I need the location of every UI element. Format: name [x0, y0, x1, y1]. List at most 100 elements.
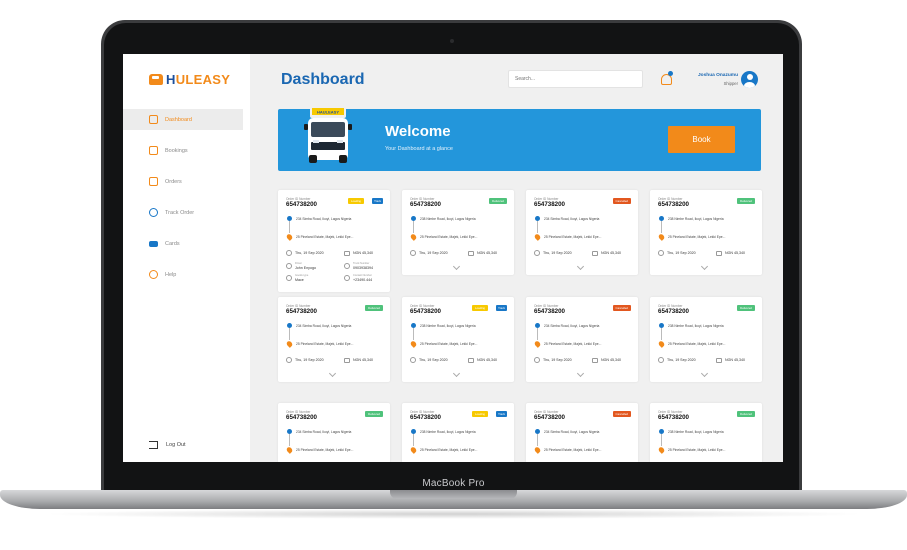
chevron-down-icon[interactable] — [700, 262, 709, 271]
track-button[interactable]: Track — [496, 411, 507, 417]
chevron-down-icon[interactable] — [576, 369, 585, 378]
detail-value: John Enyogo — [295, 266, 316, 270]
status-badge: Loading — [472, 411, 488, 417]
order-id: 654738200 — [410, 308, 441, 315]
book-button[interactable]: Book — [668, 126, 735, 153]
cash-icon — [592, 358, 598, 363]
status-badge: Loading — [348, 198, 364, 204]
route-line — [661, 221, 662, 233]
detail-value: +23490.444 — [353, 278, 373, 282]
sidebar-nav: Dashboard Bookings Orders Track Order Ca… — [123, 109, 250, 295]
detail-icon — [286, 263, 292, 269]
cash-icon — [592, 251, 598, 256]
clock-icon — [286, 357, 292, 363]
truck-logo-icon — [149, 74, 163, 85]
clock-icon — [534, 250, 540, 256]
status-badge: Delivered — [489, 198, 507, 204]
destination-pin-icon — [285, 340, 294, 348]
origin-address: 234 Simba Road, Ikoyi, Lagos Nigeria — [544, 430, 600, 434]
order-id: 654738200 — [534, 201, 565, 208]
sidebar-item-track-order[interactable]: Track Order — [123, 202, 250, 223]
order-id: 654738200 — [286, 201, 317, 208]
logout-button[interactable]: Log Out — [149, 441, 186, 449]
chevron-down-icon[interactable] — [452, 369, 461, 378]
destination-address: 25 Pineland Estate, Majek, Lekki Epe... — [668, 448, 726, 452]
cash-icon — [344, 358, 350, 363]
grid-icon — [149, 115, 158, 124]
van-image: HAULEASY — [304, 106, 352, 163]
logout-label: Log Out — [166, 442, 186, 448]
order-card[interactable]: Order ID Number 654738200 Delivered 238 Nim… — [650, 190, 762, 275]
order-card[interactable]: Order ID Number 654738200 Loading Track 238 … — [402, 403, 514, 462]
route-line — [537, 434, 538, 446]
order-price: NGN 45,340 — [477, 251, 497, 255]
destination-pin-icon — [533, 340, 542, 348]
welcome-subtitle: Your Dashboard at a glance — [385, 146, 453, 152]
origin-address: 238 Nimbe Road, Ikoyi, Lagos Nigeria — [420, 430, 476, 434]
order-card[interactable]: Order ID Number 654738200 Delivered 238 Nim… — [650, 297, 762, 382]
camera-icon — [450, 39, 454, 43]
route-line — [413, 328, 414, 340]
order-card[interactable]: Order ID Number 654738200 Cancelled 234 Sim… — [526, 403, 638, 462]
destination-pin-icon — [285, 233, 294, 241]
track-button[interactable]: Track — [372, 198, 383, 204]
detail-value: 0903938394 — [353, 266, 373, 270]
destination-address: 25 Pineland Estate, Majek, Lekki Epe... — [420, 235, 478, 239]
pickup-date: Thu, 19 Sep 2020 — [419, 251, 448, 255]
order-price: NGN 45,340 — [601, 251, 621, 255]
hauleasy-logo[interactable]: HULEASY — [149, 72, 230, 87]
sidebar-item-help[interactable]: Help — [123, 264, 250, 285]
sidebar-item-orders[interactable]: Orders — [123, 171, 250, 192]
order-price: NGN 45,340 — [353, 251, 373, 255]
status-badge: Delivered — [365, 305, 383, 311]
device-label: MacBook Pro — [422, 478, 485, 489]
pickup-date: Thu, 19 Sep 2020 — [295, 358, 324, 362]
destination-pin-icon — [657, 233, 666, 241]
avatar[interactable] — [741, 71, 758, 88]
clock-icon — [410, 357, 416, 363]
sidebar-item-bookings[interactable]: Bookings — [123, 140, 250, 161]
sidebar-item-dashboard[interactable]: Dashboard — [123, 109, 243, 130]
user-name: Joshua Onazumu — [698, 73, 738, 78]
order-price: NGN 45,340 — [477, 358, 497, 362]
track-button[interactable]: Track — [496, 305, 507, 311]
order-price: NGN 45,340 — [725, 251, 745, 255]
status-badge: Cancelled — [612, 411, 631, 417]
origin-address: 238 Nimbe Road, Ikoyi, Lagos Nigeria — [668, 217, 724, 221]
search-input[interactable] — [508, 70, 643, 88]
logout-icon — [149, 441, 158, 449]
pickup-date: Thu, 19 Sep 2020 — [667, 358, 696, 362]
destination-pin-icon — [657, 446, 666, 454]
order-id: 654738200 — [534, 414, 565, 421]
order-id: 654738200 — [658, 414, 689, 421]
order-card[interactable]: Order ID Number 654738200 Cancelled 234 Sim… — [526, 297, 638, 382]
origin-address: 234 Simba Road, Ikoyi, Lagos Nigeria — [296, 324, 352, 328]
order-card[interactable]: Order ID Number 654738200 Cancelled 234 Sim… — [526, 190, 638, 275]
order-card[interactable]: Order ID Number 654738200 Delivered 234 Sim… — [278, 403, 390, 462]
notification-dot — [668, 71, 673, 76]
order-id: 654738200 — [410, 414, 441, 421]
chevron-down-icon[interactable] — [452, 262, 461, 271]
welcome-title: Welcome — [385, 123, 451, 140]
status-badge: Delivered — [737, 305, 755, 311]
truck-icon — [149, 177, 158, 186]
status-badge: Loading — [472, 305, 488, 311]
order-card[interactable]: Order ID Number 654738200 Delivered 234 Sim… — [278, 297, 390, 382]
chevron-down-icon[interactable] — [328, 369, 337, 378]
sidebar: HULEASY Dashboard Bookings Orders Track — [123, 54, 250, 462]
order-card[interactable]: Order ID Number 654738200 Delivered 238 Nim… — [650, 403, 762, 462]
order-card[interactable]: Order ID Number 654738200 Loading Track 234 … — [278, 190, 390, 292]
chevron-down-icon[interactable] — [576, 262, 585, 271]
destination-pin-icon — [533, 233, 542, 241]
origin-address: 234 Simba Road, Ikoyi, Lagos Nigeria — [544, 324, 600, 328]
chevron-down-icon[interactable] — [700, 369, 709, 378]
destination-address: 25 Pineland Estate, Majek, Lekki Epe... — [420, 448, 478, 452]
sidebar-item-cards[interactable]: Cards — [123, 233, 250, 254]
clock-icon — [658, 357, 664, 363]
order-card[interactable]: Order ID Number 654738200 Delivered 238 Nim… — [402, 190, 514, 275]
status-badge: Delivered — [365, 411, 383, 417]
pickup-date: Thu, 19 Sep 2020 — [667, 251, 696, 255]
status-badge: Delivered — [737, 198, 755, 204]
status-badge: Delivered — [737, 411, 755, 417]
order-card[interactable]: Order ID Number 654738200 Loading Track 238 … — [402, 297, 514, 382]
